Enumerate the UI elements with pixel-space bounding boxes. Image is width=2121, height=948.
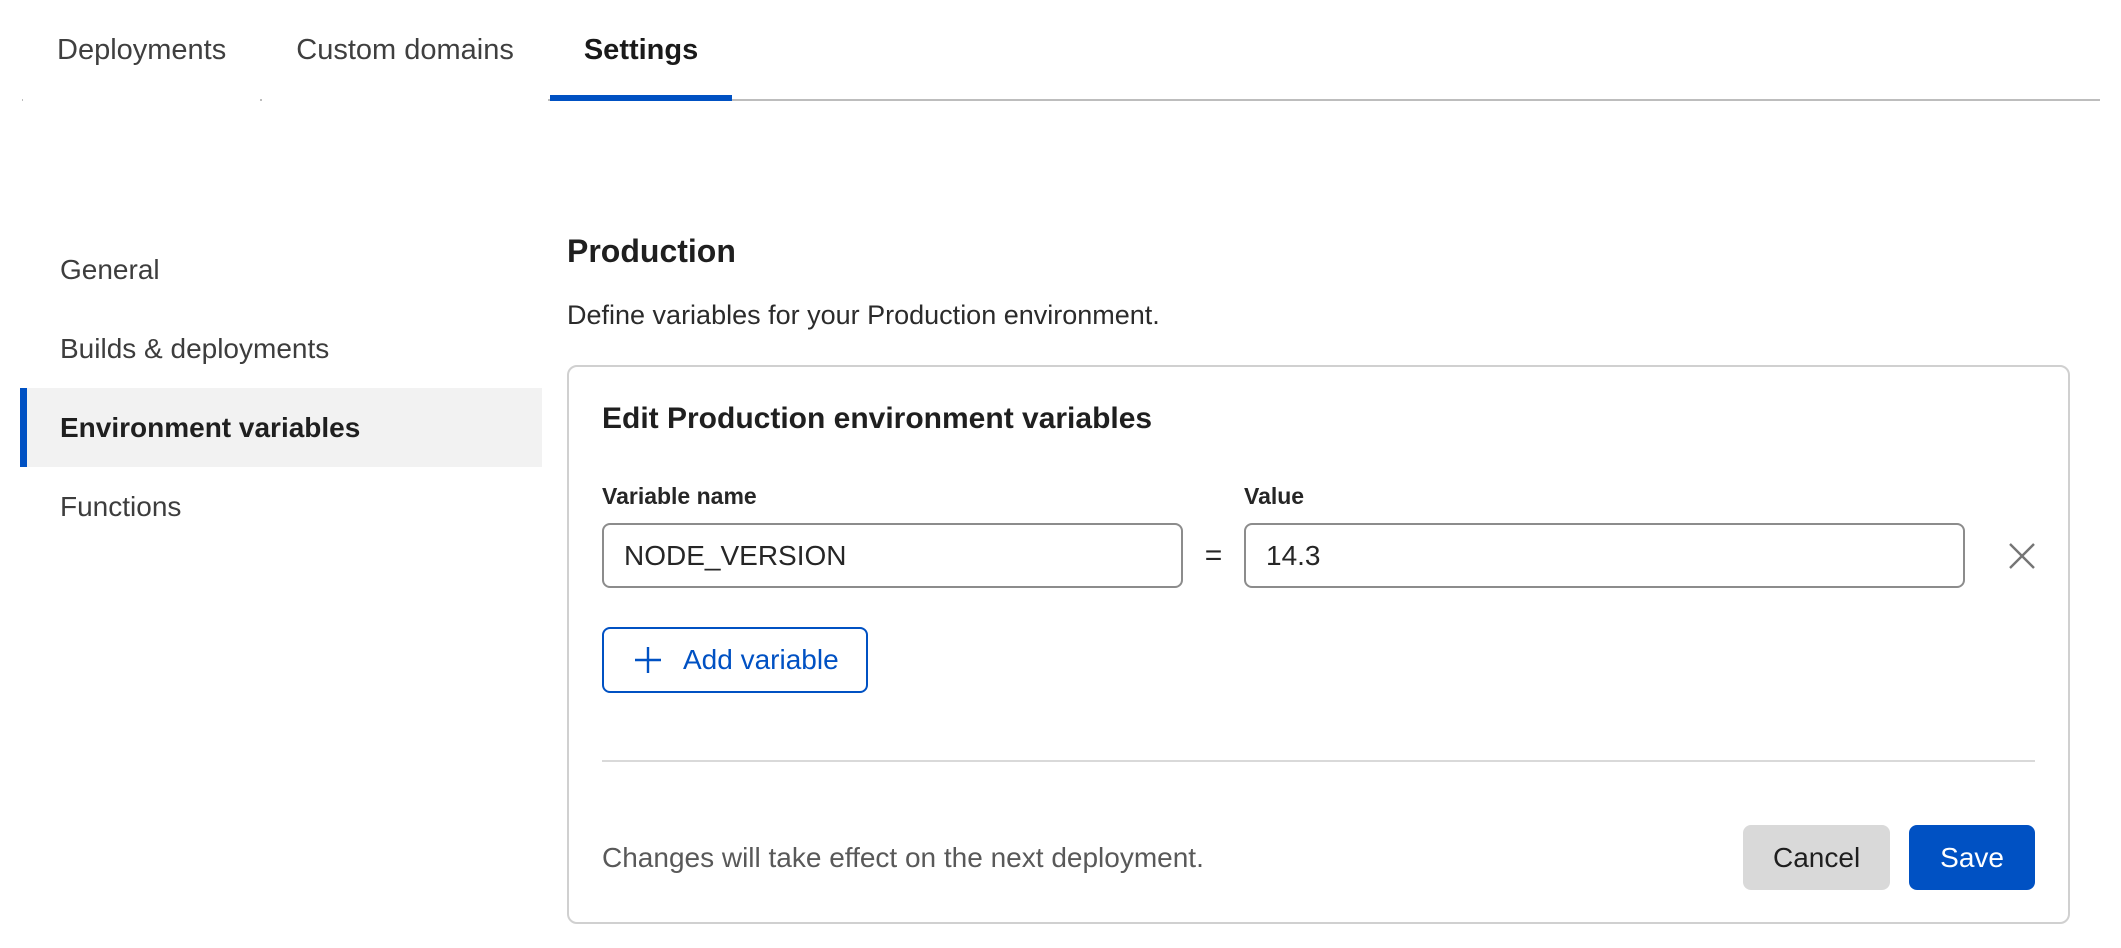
- equals-sign: =: [1183, 539, 1244, 573]
- footer-actions: Cancel Save: [1743, 825, 2035, 890]
- tab-custom-domains-label: Custom domains: [296, 34, 514, 67]
- save-button[interactable]: Save: [1909, 825, 2035, 890]
- sidebar-item-functions[interactable]: Functions: [20, 467, 542, 546]
- variable-row: =: [602, 523, 2035, 588]
- settings-sidebar: General Builds & deployments Environment…: [20, 230, 542, 546]
- tab-settings-label: Settings: [584, 34, 698, 67]
- card-heading: Edit Production environment variables: [602, 401, 2035, 437]
- sidebar-item-general-label: General: [60, 254, 160, 286]
- active-tab-indicator: [550, 95, 732, 101]
- main-content: Production Define variables for your Pro…: [567, 232, 2070, 924]
- card-footer: Changes will take effect on the next dep…: [602, 825, 2035, 890]
- tab-settings[interactable]: Settings: [550, 0, 732, 101]
- sidebar-item-environment-variables[interactable]: Environment variables: [20, 388, 542, 467]
- add-variable-button[interactable]: Add variable: [602, 627, 868, 693]
- remove-variable-button[interactable]: [1999, 533, 2045, 579]
- variable-name-label: Variable name: [602, 483, 1183, 510]
- page-subtitle: Define variables for your Production env…: [567, 298, 2070, 332]
- card-divider: [602, 760, 2035, 762]
- cancel-button[interactable]: Cancel: [1743, 825, 1890, 890]
- tab-custom-domains[interactable]: Custom domains: [262, 0, 548, 101]
- tab-deployments-label: Deployments: [57, 34, 226, 67]
- x-icon: [2002, 536, 2042, 576]
- add-variable-label: Add variable: [683, 644, 839, 676]
- sidebar-item-builds-deployments[interactable]: Builds & deployments: [20, 309, 542, 388]
- tab-list: Deployments Custom domains Settings: [23, 0, 732, 101]
- tab-bar: Deployments Custom domains Settings: [0, 0, 2121, 101]
- tab-deployments[interactable]: Deployments: [23, 0, 260, 101]
- value-label: Value: [1244, 483, 1965, 510]
- sidebar-item-builds-deployments-label: Builds & deployments: [60, 333, 329, 365]
- sidebar-item-environment-variables-label: Environment variables: [60, 412, 360, 444]
- field-labels-row: Variable name Value: [602, 483, 2035, 510]
- footer-note: Changes will take effect on the next dep…: [602, 842, 1204, 874]
- env-variables-card: Edit Production environment variables Va…: [567, 365, 2070, 924]
- sidebar-item-functions-label: Functions: [60, 491, 181, 523]
- variable-value-input[interactable]: [1244, 523, 1965, 588]
- sidebar-item-general[interactable]: General: [20, 230, 542, 309]
- plus-icon: [631, 643, 665, 677]
- variable-name-input[interactable]: [602, 523, 1183, 588]
- page-title: Production: [567, 232, 2070, 270]
